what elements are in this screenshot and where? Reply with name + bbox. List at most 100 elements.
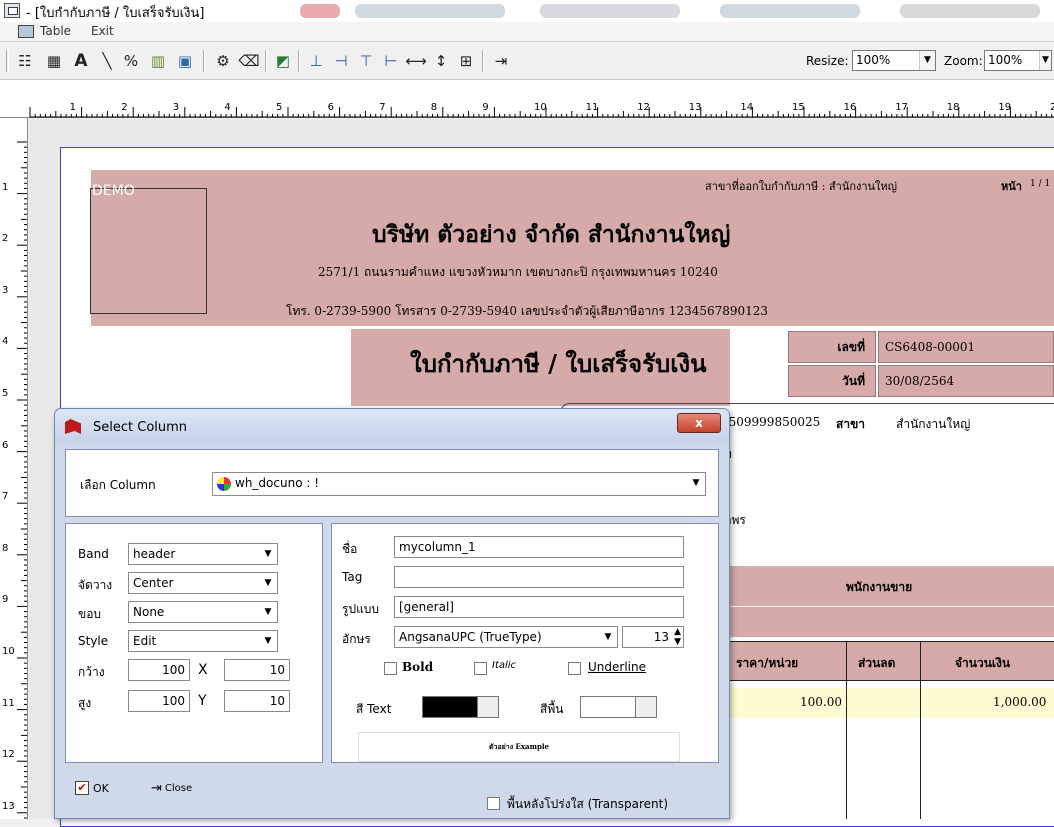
align-left-icon[interactable]: ⊥ (305, 51, 327, 71)
chevron-down-icon: ▼ (264, 636, 272, 646)
align-select[interactable]: Center ▼ (128, 572, 278, 594)
same-size-icon[interactable]: ⊞ (455, 51, 477, 71)
align-right-icon[interactable]: ⊣ (330, 51, 352, 71)
name-input[interactable]: mycolumn_1 (394, 536, 684, 558)
ruler-number: 13 (688, 102, 702, 113)
toolbar-separator (265, 50, 267, 72)
logo-frame[interactable] (90, 188, 207, 314)
text-properties-panel: ชื่อ mycolumn_1 Tag รูปแบบ [general] อัก… (331, 523, 719, 763)
x-input[interactable]: 10 (224, 659, 290, 681)
band-select[interactable]: header ▼ (128, 543, 278, 565)
ok-button[interactable]: ✔ OK (75, 777, 135, 799)
name-label: ชื่อ (342, 542, 358, 556)
salesperson-label: พนักงานขาย (846, 580, 913, 594)
ruler-number: 12 (2, 749, 15, 761)
date-value: 30/08/2564 (878, 365, 1054, 397)
font-label: อักษร (342, 632, 371, 646)
close-button[interactable]: ⇥ Close (151, 777, 221, 799)
page-label: หน้า (1001, 180, 1022, 193)
exit-door-icon: ⇥ (151, 780, 162, 796)
dialog-close-button[interactable]: x (677, 413, 721, 433)
bg-color-picker-button[interactable] (635, 696, 657, 718)
table-icon[interactable]: ▦ (43, 51, 65, 71)
ruler-number: 10 (2, 646, 15, 657)
col-amount-header: จำนวนเงิน (955, 656, 1011, 670)
font-select[interactable]: AngsanaUPC (TrueType) ▼ (394, 626, 618, 648)
background-window-blur (300, 4, 340, 18)
ruler-number: 6 (2, 439, 9, 451)
horizontal-ruler: 1234567891011121314151617181920 (0, 80, 1054, 118)
dialog-title: Select Column (93, 420, 188, 435)
italic-label: Italic (492, 660, 517, 671)
x-label: X (198, 662, 208, 678)
resize-select[interactable]: 100% ▼ (852, 50, 936, 71)
band-label: Band (78, 547, 109, 561)
font-size-value: 13 (653, 630, 669, 644)
ruler-number: 3 (172, 102, 180, 113)
chevron-down-icon: ▼ (264, 578, 272, 588)
same-height-icon[interactable]: ↕ (430, 51, 452, 71)
border-select[interactable]: None ▼ (128, 601, 278, 623)
ruler-number: 18 (946, 102, 960, 113)
same-width-icon[interactable]: ⟷ (405, 51, 427, 71)
ruler-number: 13 (2, 800, 15, 812)
bg-color-swatch[interactable] (580, 696, 636, 718)
ruler-number: 9 (482, 102, 489, 113)
height-input[interactable]: 100 (128, 690, 190, 712)
menu-exit[interactable]: Exit (91, 24, 114, 38)
y-input[interactable]: 10 (224, 690, 290, 712)
ruler-number: 11 (2, 697, 15, 709)
style-select[interactable]: Edit ▼ (128, 630, 278, 652)
column-select[interactable]: wh_docuno : ! ▼ (212, 472, 706, 496)
text-color-picker-button[interactable] (477, 696, 499, 718)
eraser-icon[interactable]: ⌫ (238, 51, 260, 71)
text-icon[interactable]: A (70, 51, 92, 71)
properties-icon[interactable]: ⚙ (212, 51, 234, 71)
menu-table[interactable]: Table (40, 24, 71, 38)
zoom-select[interactable]: 100% ▼ (984, 50, 1052, 71)
ruler-number: 8 (430, 102, 438, 113)
italic-checkbox[interactable] (474, 662, 487, 675)
transparent-checkbox[interactable] (487, 797, 500, 810)
vertical-ruler: 1 2 3 4 5 6 7 8 9 10 11 12 13 (0, 118, 28, 819)
background-window-blur (720, 4, 860, 18)
percent-icon[interactable]: % (120, 51, 142, 71)
row-divider (708, 641, 1054, 642)
column-selector-panel: เลือก Column wh_docuno : ! ▼ (65, 449, 719, 517)
bold-checkbox[interactable] (384, 662, 397, 675)
column-icon[interactable]: ☷ (14, 51, 36, 71)
barcode-icon[interactable]: ▥ (147, 51, 169, 71)
line-icon[interactable]: ╲ (96, 51, 118, 71)
column-label: เลือก Column (80, 478, 156, 492)
underline-checkbox[interactable] (568, 662, 581, 675)
branch-issued: สาขาที่ออกใบกำกับภาษี : สำนักงานใหญ่ (705, 180, 898, 193)
font-size-input[interactable]: 13 ▲ ▼ (622, 626, 684, 648)
tag-input[interactable] (394, 566, 684, 588)
text-color-swatch[interactable] (422, 696, 478, 718)
ruler-number: 7 (2, 491, 9, 503)
tag-label: Tag (342, 570, 363, 584)
demo-watermark: DEMO (92, 183, 135, 199)
picture-icon[interactable]: ▣ (174, 51, 196, 71)
font-sample: ตัวอย่าง Example (358, 732, 680, 762)
toolbar-grip (6, 50, 9, 72)
exit-icon[interactable]: ⇥ (490, 51, 512, 71)
ruler-number: 5 (276, 102, 283, 113)
align-value: Center (133, 576, 174, 590)
ruler-number: 17 (895, 102, 908, 113)
col-discount-header: ส่วนลด (858, 656, 896, 670)
dialog-title-bar[interactable]: Select Column x (55, 409, 729, 443)
image-icon[interactable]: ◩ (272, 51, 294, 71)
toolbar: ☷ ▦ A ╲ % ▥ ▣ ⚙ ⌫ ◩ ⊥ ⊣ ⊤ ⊢ ⟷ ↕ ⊞ ⇥ Resi… (0, 42, 1054, 80)
border-label: ขอบ (78, 607, 102, 621)
width-input[interactable]: 100 (128, 659, 190, 681)
align-top-icon[interactable]: ⊤ (355, 51, 377, 71)
format-input[interactable]: [general] (394, 596, 684, 618)
ruler-number: 15 (792, 102, 805, 113)
window-menu-icon[interactable] (18, 25, 34, 38)
dialog-app-icon (65, 419, 81, 434)
salesperson-value-band[interactable] (708, 607, 1054, 637)
style-value: Edit (133, 634, 157, 648)
align-bottom-icon[interactable]: ⊢ (380, 51, 402, 71)
company-name: บริษัท ตัวอย่าง จำกัด สำนักงานใหญ่ (372, 221, 731, 248)
